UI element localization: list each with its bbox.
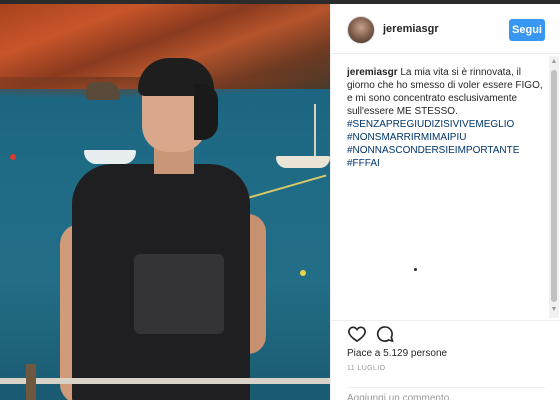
caption-scrollbar[interactable]: ▲ ▼: [549, 56, 559, 318]
t-shirt-print: [134, 254, 224, 334]
person: [54, 58, 274, 400]
caption-username[interactable]: jeremiasgr: [347, 67, 398, 78]
sailboat: [276, 156, 330, 168]
heart-icon[interactable]: [347, 324, 369, 346]
railing-post: [26, 364, 36, 400]
sailboat-mast: [314, 104, 316, 158]
cap-brim: [194, 84, 218, 140]
profile-avatar[interactable]: [347, 16, 375, 44]
hashtag-link[interactable]: #SENZAPREGIUDIZISIVIVEMEGLIO: [347, 118, 543, 131]
section-divider: [331, 320, 560, 321]
like-count[interactable]: Piace a 5.129 persone: [347, 348, 447, 359]
loading-dot: [414, 268, 417, 271]
post-header: jeremiasgr Segui: [331, 4, 560, 54]
header-username[interactable]: jeremiasgr: [383, 23, 439, 35]
post-side-panel: jeremiasgr Segui jeremiasgr La mia vita …: [330, 4, 560, 400]
post-date[interactable]: 11 LUGLIO: [347, 365, 386, 372]
follow-button[interactable]: Segui: [509, 19, 545, 41]
hashtag-link[interactable]: #NONNASCONDERSIEIMPORTANTE #FFFAI: [347, 144, 543, 170]
speech-bubble-icon[interactable]: [375, 324, 397, 346]
buoy: [10, 154, 16, 160]
comment-input[interactable]: [347, 391, 545, 400]
scroll-down-arrow-icon[interactable]: ▼: [549, 306, 559, 314]
buoy: [300, 270, 306, 276]
railing: [0, 378, 330, 384]
post-photo[interactable]: [0, 4, 330, 400]
comment-divider: [347, 387, 545, 388]
post-caption: jeremiasgr La mia vita si è rinnovata, i…: [347, 66, 543, 170]
hashtag-link[interactable]: #NONSMARRIRMIMAIPIU: [347, 131, 543, 144]
scrollbar-thumb[interactable]: [551, 70, 557, 302]
scroll-up-arrow-icon[interactable]: ▲: [549, 58, 559, 66]
